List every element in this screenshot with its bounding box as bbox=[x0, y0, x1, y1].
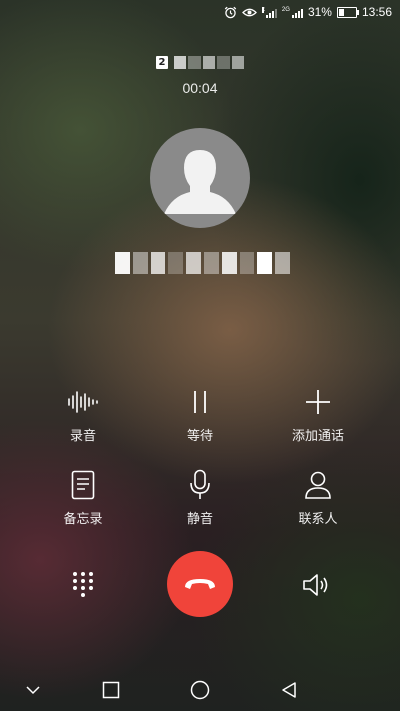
battery-icon bbox=[336, 6, 359, 18]
caller-sim-row: 2 bbox=[0, 56, 400, 69]
masked-phone-number bbox=[115, 248, 290, 278]
home-button[interactable] bbox=[185, 675, 215, 705]
recents-button[interactable] bbox=[96, 675, 126, 705]
speaker-icon bbox=[303, 574, 328, 596]
signal-1-icon: x bbox=[261, 6, 277, 18]
dialpad-icon bbox=[73, 572, 93, 597]
record-button[interactable]: 录音 bbox=[33, 385, 133, 444]
mute-label: 静音 bbox=[186, 512, 213, 527]
microphone-icon bbox=[150, 468, 250, 502]
back-icon bbox=[282, 682, 296, 698]
add-call-label: 添加通话 bbox=[291, 429, 344, 444]
hold-label: 等待 bbox=[186, 429, 213, 444]
alarm-icon bbox=[224, 6, 237, 19]
pause-icon bbox=[150, 385, 250, 419]
clock: 13:56 bbox=[361, 5, 392, 19]
recents-icon bbox=[102, 681, 120, 699]
eye-comfort-icon bbox=[242, 7, 257, 18]
mute-button[interactable]: 静音 bbox=[150, 468, 250, 527]
contacts-button[interactable]: 联系人 bbox=[268, 468, 368, 527]
speaker-button[interactable] bbox=[297, 565, 337, 605]
default-contact-icon bbox=[164, 150, 236, 214]
plus-icon bbox=[268, 385, 368, 419]
memo-label: 备忘录 bbox=[63, 512, 103, 527]
record-label: 录音 bbox=[69, 429, 96, 444]
avatar bbox=[150, 128, 250, 228]
status-icons: x 2G 31% 13:56 bbox=[224, 5, 392, 19]
sim-badge: 2 bbox=[156, 56, 168, 69]
waveform-icon bbox=[33, 385, 133, 419]
call-timer: 00:04 bbox=[182, 80, 218, 96]
network-tag: 2G bbox=[281, 6, 290, 13]
collapse-button[interactable] bbox=[18, 675, 48, 705]
person-icon bbox=[268, 468, 368, 502]
add-call-button[interactable]: 添加通话 bbox=[268, 385, 368, 444]
battery-percent: 31% bbox=[307, 5, 332, 19]
hangup-button[interactable] bbox=[167, 551, 233, 617]
hold-button[interactable]: 等待 bbox=[150, 385, 250, 444]
memo-button[interactable]: 备忘录 bbox=[33, 468, 133, 527]
hangup-icon bbox=[185, 579, 215, 589]
memo-icon bbox=[33, 468, 133, 502]
home-icon bbox=[190, 680, 210, 700]
signal-2-icon: 2G bbox=[282, 7, 303, 18]
navigation-bar bbox=[0, 659, 400, 711]
status-bar: x 2G 31% 13:56 bbox=[0, 0, 400, 28]
dialpad-button[interactable] bbox=[63, 565, 103, 605]
contacts-label: 联系人 bbox=[298, 512, 338, 527]
back-button[interactable] bbox=[274, 675, 304, 705]
battery-fill bbox=[338, 8, 344, 16]
collapse-icon bbox=[26, 686, 40, 695]
masked-caller-location bbox=[174, 56, 245, 69]
